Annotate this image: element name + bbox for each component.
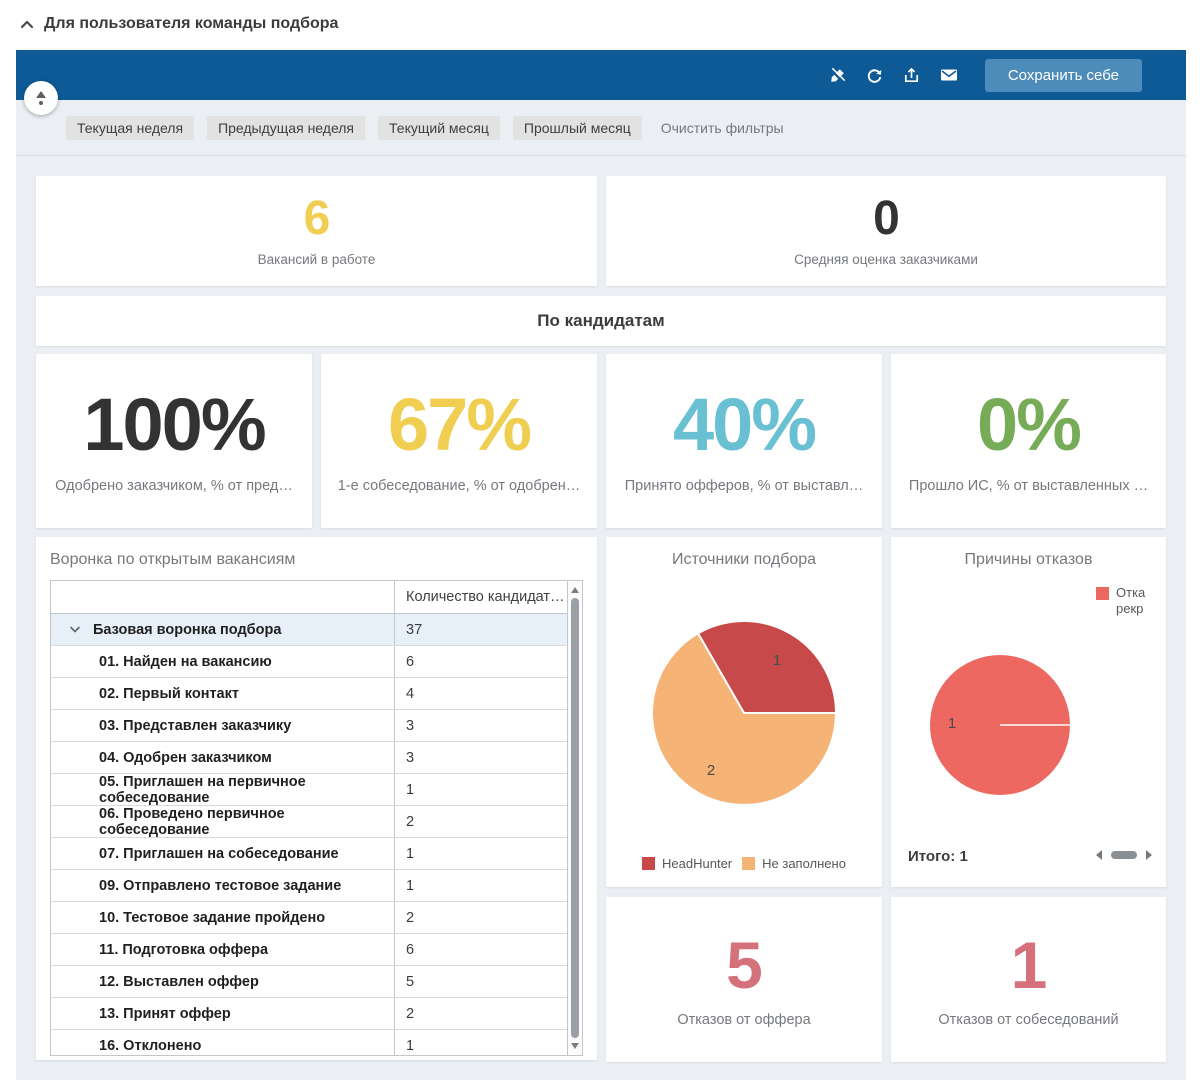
toolbar: Сохранить себе	[16, 50, 1186, 100]
legend-label: Не заполнено	[762, 856, 846, 871]
kpi-label: Отказов от оффера	[677, 1012, 810, 1028]
pct-label: Одобрено заказчиком, % от пред…	[55, 478, 293, 494]
funnel-stage-row[interactable]: 11. Подготовка оффера6	[51, 934, 567, 966]
scrollbar-thumb[interactable]	[571, 598, 579, 1038]
scroll-down-icon[interactable]	[571, 1043, 579, 1049]
funnel-stage-row[interactable]: 01. Найден на вакансию6	[51, 646, 567, 678]
dashboard-panel: Сохранить себе Текущая неделя Предыдущая…	[16, 50, 1186, 1080]
count-header-cell: Количество кандидат…	[394, 581, 567, 613]
kpi-label: Средняя оценка заказчиками	[794, 252, 978, 267]
save-to-self-button[interactable]: Сохранить себе	[985, 59, 1142, 92]
filter-chip-current-month[interactable]: Текущий месяц	[378, 116, 500, 140]
filter-chip-previous-week[interactable]: Предыдущая неделя	[207, 116, 365, 140]
legend-item-headhunter[interactable]: HeadHunter	[642, 856, 732, 871]
pct-card-offers-accepted: 40% Принято офферов, % от выставл…	[606, 354, 882, 528]
funnel-stage-row[interactable]: 02. Первый контакт4	[51, 678, 567, 710]
scroll-top-button[interactable]	[24, 81, 58, 115]
section-header: Для пользователя команды подбора	[0, 0, 1202, 48]
funnel-stage-row[interactable]: 03. Представлен заказчику3	[51, 710, 567, 742]
pct-value: 0%	[977, 388, 1080, 462]
pct-value: 40%	[673, 388, 815, 462]
filter-chip-current-week[interactable]: Текущая неделя	[66, 116, 194, 140]
kpi-value: 0	[873, 195, 899, 243]
kpi-value: 6	[304, 195, 330, 243]
funnel-stage-row[interactable]: 16. Отклонено1	[51, 1030, 567, 1055]
slice-label: 1	[773, 652, 781, 669]
rejections-legend[interactable]: Отка рекр	[1096, 585, 1166, 617]
filter-chip-last-month[interactable]: Прошлый месяц	[513, 116, 642, 140]
funnel-stage-row[interactable]: 05. Приглашен на первичное собеседование…	[51, 774, 567, 806]
rejections-chart-title: Причины отказов	[891, 551, 1166, 569]
empty-header-cell	[51, 581, 394, 613]
kpi-label: Отказов от собеседований	[938, 1012, 1118, 1028]
pct-value: 67%	[388, 388, 530, 462]
legend-label: HeadHunter	[662, 856, 732, 871]
slice-label: 2	[707, 762, 715, 779]
scroll-left-icon[interactable]	[1096, 850, 1102, 860]
chevron-up-icon[interactable]	[20, 19, 34, 29]
funnel-stage-row[interactable]: 07. Приглашен на собеседование1	[51, 838, 567, 870]
page-title: Для пользователя команды подбора	[44, 15, 338, 33]
triangle-up-icon	[36, 91, 46, 98]
funnel-stage-row[interactable]: 04. Одобрен заказчиком3	[51, 742, 567, 774]
refresh-icon[interactable]	[865, 65, 885, 85]
kpi-card-interview-rejections: 1 Отказов от собеседований	[891, 897, 1166, 1062]
funnel-table: Количество кандидат… Базовая воронка под…	[50, 580, 583, 1056]
legend-label: Отка рекр	[1116, 585, 1145, 617]
funnel-title: Воронка по открытым вакансиям	[50, 551, 295, 569]
pct-value: 100%	[83, 388, 264, 462]
legend-scrollbar[interactable]	[1096, 850, 1152, 860]
scroll-up-icon[interactable]	[571, 587, 579, 593]
kpi-card-offer-rejections: 5 Отказов от оффера	[606, 897, 882, 1062]
pct-card-approved: 100% Одобрено заказчиком, % от пред…	[36, 354, 312, 528]
legend-swatch	[642, 857, 655, 870]
kpi-value: 5	[726, 932, 762, 998]
funnel-stage-row[interactable]: 13. Принят оффер2	[51, 998, 567, 1030]
funnel-stage-row[interactable]: 10. Тестовое задание пройдено2	[51, 902, 567, 934]
filter-bar: Текущая неделя Предыдущая неделя Текущий…	[16, 100, 1186, 156]
chevron-down-icon[interactable]	[69, 626, 81, 634]
table-scrollbar[interactable]	[567, 581, 582, 1055]
sources-legend: HeadHunter Не заполнено	[606, 856, 882, 871]
export-icon[interactable]	[902, 65, 922, 85]
scrollbar-thumb[interactable]	[1111, 851, 1137, 859]
pct-card-first-interview: 67% 1-е собеседование, % от одобрен…	[321, 354, 597, 528]
email-icon[interactable]	[939, 65, 959, 85]
scroll-right-icon[interactable]	[1146, 850, 1152, 860]
pct-label: Принято офферов, % от выставл…	[625, 478, 863, 494]
funnel-stage-row[interactable]: 06. Проведено первичное собеседование2	[51, 806, 567, 838]
dashboard-page: Для пользователя команды подбора	[0, 0, 1202, 1086]
table-header-row: Количество кандидат…	[51, 581, 567, 614]
kpi-value: 1	[1011, 932, 1047, 998]
slice-label: 1	[948, 715, 956, 732]
funnel-card: Воронка по открытым вакансиям Количество…	[36, 537, 597, 1060]
funnel-stage-row[interactable]: 12. Выставлен оффер5	[51, 966, 567, 998]
rejections-chart-card: Причины отказов Отка рекр 1 Итого: 1	[891, 537, 1166, 887]
edit-disabled-icon[interactable]	[828, 65, 848, 85]
legend-item-not-filled[interactable]: Не заполнено	[742, 856, 846, 871]
funnel-parent-value: 37	[394, 614, 567, 645]
legend-swatch	[1096, 587, 1109, 600]
sources-chart-title: Источники подбора	[606, 551, 882, 569]
rejections-pie-chart: 1	[920, 645, 1080, 805]
pct-card-probation: 0% Прошло ИС, % от выставленных …	[891, 354, 1166, 528]
sources-pie-chart: 1 2	[644, 613, 844, 813]
legend-swatch	[742, 857, 755, 870]
sources-chart-card: Источники подбора 1 2 HeadHunter Не запо…	[606, 537, 882, 887]
funnel-parent-label: Базовая воронка подбора	[93, 622, 281, 638]
section-title-candidates: По кандидатам	[36, 296, 1166, 346]
dot-icon	[39, 101, 43, 105]
kpi-label: Вакансий в работе	[258, 252, 376, 267]
funnel-stage-row[interactable]: 09. Отправлено тестовое задание1	[51, 870, 567, 902]
funnel-parent-row[interactable]: Базовая воронка подбора 37	[51, 614, 567, 646]
pct-label: 1-е собеседование, % от одобрен…	[338, 478, 581, 494]
pct-label: Прошло ИС, % от выставленных …	[909, 478, 1148, 494]
total-label: Итого: 1	[908, 848, 968, 865]
funnel-table-body: Количество кандидат… Базовая воронка под…	[51, 581, 567, 1055]
kpi-card-avg-rating: 0 Средняя оценка заказчиками	[606, 176, 1166, 286]
kpi-card-vacancies: 6 Вакансий в работе	[36, 176, 597, 286]
clear-filters-link[interactable]: Очистить фильтры	[661, 120, 784, 136]
